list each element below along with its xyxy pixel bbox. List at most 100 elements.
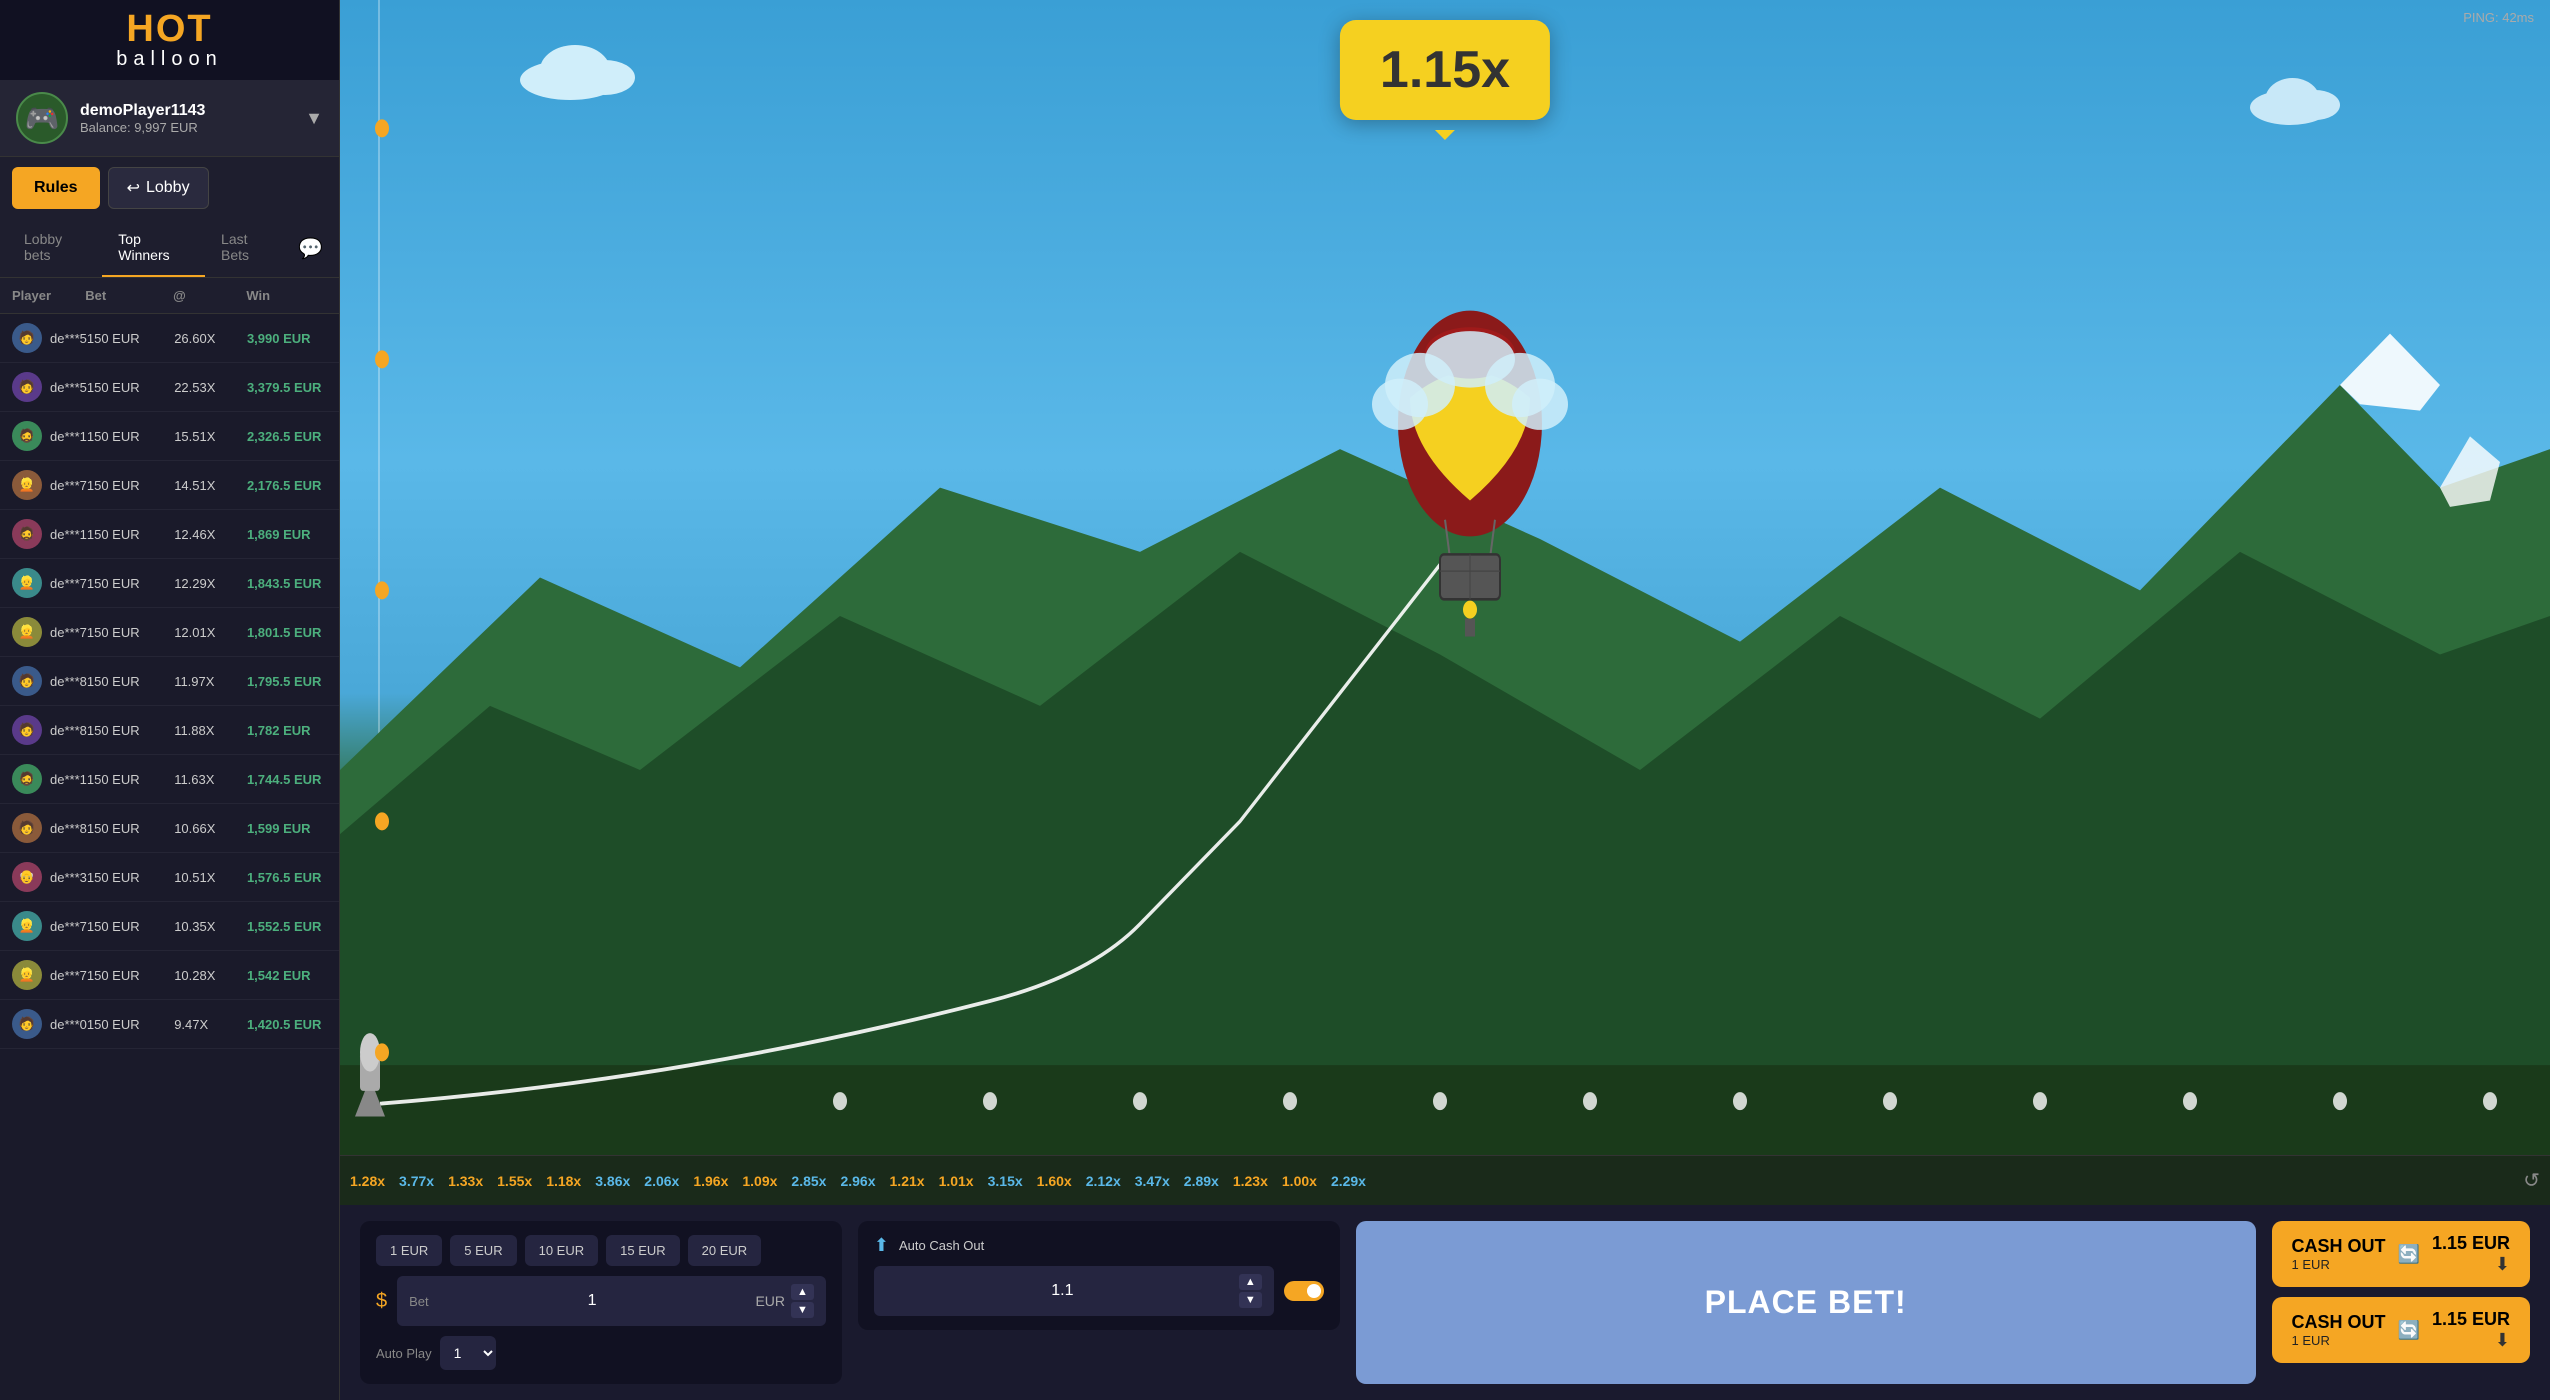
bet-multiplier: 11.88X (174, 723, 247, 738)
auto-play-select[interactable]: 1 5 10 25 50 (440, 1336, 496, 1370)
player-name: de***7 (50, 576, 87, 591)
user-info: demoPlayer1143 Balance: 9,997 EUR (80, 102, 293, 135)
logo-area: HOT balloon (0, 0, 339, 80)
origin-dot (373, 1090, 383, 1100)
win-amount: 1,869 EUR (247, 527, 327, 542)
quick-5eur[interactable]: 5 EUR (450, 1235, 516, 1266)
bet-increment[interactable]: ▲ (791, 1284, 814, 1300)
cashout-label-1: CASH OUT 1 EUR (2292, 1236, 2386, 1272)
history-item[interactable]: 2.06x (644, 1173, 679, 1189)
history-item[interactable]: 1.23x (1233, 1173, 1268, 1189)
quick-1eur[interactable]: 1 EUR (376, 1235, 442, 1266)
quick-20eur[interactable]: 20 EUR (688, 1235, 762, 1266)
player-cell: 👱 de***7 (12, 960, 87, 990)
autocash-increment[interactable]: ▲ (1239, 1274, 1262, 1290)
main-game-area: PING: 42ms 1.15x (340, 0, 2550, 1400)
history-item[interactable]: 2.89x (1184, 1173, 1219, 1189)
quick-10eur[interactable]: 10 EUR (525, 1235, 599, 1266)
game-svg (340, 0, 2550, 1155)
player-cell: 🧔 de***1 (12, 519, 87, 549)
autocash-input-group: ▲ ▼ (874, 1266, 1274, 1316)
rules-button[interactable]: Rules (12, 167, 100, 209)
user-bar[interactable]: 🎮 demoPlayer1143 Balance: 9,997 EUR ▼ (0, 80, 339, 157)
bet-amount: 150 EUR (87, 968, 174, 983)
history-item[interactable]: 1.55x (497, 1173, 532, 1189)
bet-multiplier: 14.51X (174, 478, 247, 493)
tab-last-bets[interactable]: Last Bets (205, 219, 290, 277)
player-cell: 🧑 de***5 (12, 323, 87, 353)
history-item[interactable]: 1.96x (693, 1173, 728, 1189)
autocash-stepper[interactable]: ▲ ▼ (1239, 1274, 1262, 1308)
mini-avatar: 👱 (12, 470, 42, 500)
player-cell: 🧔 de***1 (12, 421, 87, 451)
quick-15eur[interactable]: 15 EUR (606, 1235, 680, 1266)
history-item[interactable]: 1.21x (890, 1173, 925, 1189)
autocash-row: ⬆ Auto Cash Out (874, 1235, 1324, 1256)
history-item[interactable]: 2.96x (840, 1173, 875, 1189)
cashout-panel-1[interactable]: CASH OUT 1 EUR 🔄 1.15 EUR ⬇ (2272, 1221, 2530, 1287)
player-cell: 👱 de***7 (12, 568, 87, 598)
cashout-label-2: CASH OUT 1 EUR (2292, 1312, 2386, 1348)
history-item[interactable]: 3.47x (1135, 1173, 1170, 1189)
history-item[interactable]: 1.00x (1282, 1173, 1317, 1189)
lobby-arrow-icon: ↩ (127, 178, 140, 198)
bet-stepper[interactable]: ▲ ▼ (791, 1284, 814, 1318)
history-item[interactable]: 1.09x (742, 1173, 777, 1189)
mini-avatar: 🧑 (12, 666, 42, 696)
bet-amount: 150 EUR (87, 625, 174, 640)
history-refresh-icon[interactable]: ↺ (2523, 1168, 2540, 1193)
table-row: 🧔 de***1 150 EUR 15.51X 2,326.5 EUR (0, 412, 339, 461)
cashout-panel-2[interactable]: CASH OUT 1 EUR 🔄 1.15 EUR ⬇ (2272, 1297, 2530, 1363)
table-row: 🧑 de***8 150 EUR 10.66X 1,599 EUR (0, 804, 339, 853)
cashout-refresh-icon-2: 🔄 (2398, 1320, 2420, 1341)
bet-amount: 150 EUR (87, 380, 174, 395)
mini-avatar: 👱 (12, 568, 42, 598)
history-item[interactable]: 3.15x (988, 1173, 1023, 1189)
autocash-decrement[interactable]: ▼ (1239, 1292, 1262, 1308)
player-name: de***7 (50, 478, 87, 493)
cashout-column: CASH OUT 1 EUR 🔄 1.15 EUR ⬇ CASH OUT 1 E… (2272, 1221, 2530, 1363)
mini-avatar: 🧔 (12, 764, 42, 794)
bet-label: Bet (409, 1294, 429, 1309)
mini-avatar: 🧑 (12, 1009, 42, 1039)
tab-top-winners[interactable]: Top Winners (102, 219, 205, 277)
player-name: de***1 (50, 527, 87, 542)
player-name: de***7 (50, 968, 87, 983)
balance: Balance: 9,997 EUR (80, 120, 293, 135)
player-name: de***8 (50, 723, 87, 738)
win-amount: 1,843.5 EUR (247, 576, 327, 591)
chat-icon[interactable]: 💬 (290, 228, 331, 269)
col-header-at: @ (173, 288, 246, 303)
tab-lobby-bets[interactable]: Lobby bets (8, 219, 102, 277)
place-bet-button[interactable]: PLACE BET! (1356, 1221, 2256, 1384)
dropdown-arrow-icon[interactable]: ▼ (305, 108, 323, 129)
history-item[interactable]: 1.18x (546, 1173, 581, 1189)
lobby-button[interactable]: ↩ Lobby (108, 167, 209, 209)
bet-multiplier: 12.01X (174, 625, 247, 640)
history-item[interactable]: 1.33x (448, 1173, 483, 1189)
history-item[interactable]: 3.77x (399, 1173, 434, 1189)
history-item[interactable]: 2.12x (1086, 1173, 1121, 1189)
bet-amount: 150 EUR (87, 870, 174, 885)
bet-amount: 150 EUR (87, 576, 174, 591)
history-item[interactable]: 1.01x (939, 1173, 974, 1189)
history-item[interactable]: 3.86x (595, 1173, 630, 1189)
cashout-title-1: CASH OUT (2292, 1236, 2386, 1257)
mini-avatar: 🧑 (12, 323, 42, 353)
table-row: 🧑 de***5 150 EUR 26.60X 3,990 EUR (0, 314, 339, 363)
mini-avatar: 👴 (12, 862, 42, 892)
bet-multiplier: 9.47X (174, 1017, 247, 1032)
history-item[interactable]: 1.60x (1037, 1173, 1072, 1189)
history-item[interactable]: 1.28x (350, 1173, 385, 1189)
autocash-input[interactable] (886, 1282, 1239, 1300)
player-name: de***8 (50, 821, 87, 836)
bet-decrement[interactable]: ▼ (791, 1302, 814, 1318)
autocash-toggle[interactable] (1284, 1281, 1324, 1301)
bet-input[interactable] (435, 1292, 750, 1310)
history-item[interactable]: 2.29x (1331, 1173, 1366, 1189)
history-item[interactable]: 2.85x (791, 1173, 826, 1189)
player-cell: 🧑 de***8 (12, 813, 87, 843)
player-cell: 🧔 de***1 (12, 764, 87, 794)
table-header: Player Bet @ Win (0, 278, 339, 314)
player-cell: 👱 de***7 (12, 617, 87, 647)
